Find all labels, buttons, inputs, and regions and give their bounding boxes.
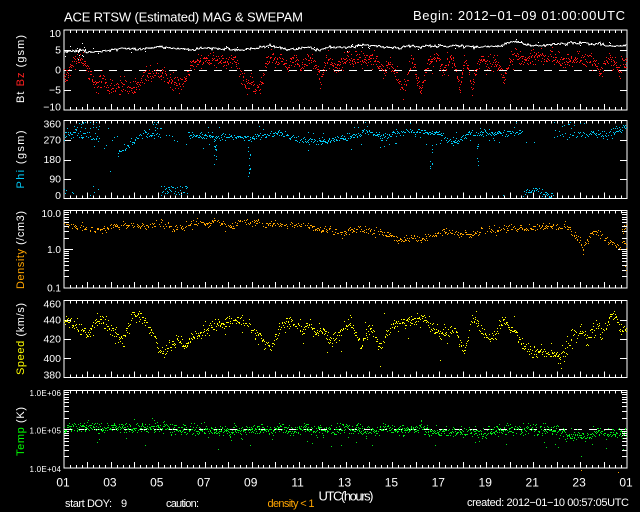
svg-text:23: 23 <box>572 476 586 490</box>
svg-text:Begin: 2012−01−09 01:00:00UTC: Begin: 2012−01−09 01:00:00UTC <box>413 8 625 23</box>
svg-text:Temp (K): Temp (K) <box>15 407 27 456</box>
svg-text:10: 10 <box>49 28 61 40</box>
svg-text:90: 90 <box>49 174 61 186</box>
svg-text:07: 07 <box>197 476 211 490</box>
svg-text:−10: −10 <box>43 102 61 114</box>
svg-text:400: 400 <box>43 353 61 365</box>
svg-text:09: 09 <box>244 476 258 490</box>
svg-text:180: 180 <box>43 154 61 166</box>
svg-text:ACE RTSW (Estimated) MAG & SWE: ACE RTSW (Estimated) MAG & SWEPAM <box>64 10 303 25</box>
svg-text:05: 05 <box>150 476 164 490</box>
svg-text:Bt Bz (gsm): Bt Bz (gsm) <box>15 35 27 103</box>
svg-text:420: 420 <box>43 334 61 346</box>
svg-text:0: 0 <box>55 190 61 202</box>
svg-text:9: 9 <box>121 498 127 510</box>
svg-text:Speed (km/s): Speed (km/s) <box>15 303 27 375</box>
svg-text:11: 11 <box>291 476 304 490</box>
svg-text:caution:: caution: <box>166 498 199 510</box>
svg-text:1.0E+06: 1.0E+06 <box>30 389 62 398</box>
svg-text:density < 1: density < 1 <box>268 498 315 510</box>
svg-text:13: 13 <box>338 476 352 490</box>
svg-text:01: 01 <box>619 476 633 490</box>
svg-text:01: 01 <box>56 476 70 490</box>
svg-text:440: 440 <box>43 314 61 326</box>
svg-text:17: 17 <box>432 476 446 490</box>
svg-text:1.0: 1.0 <box>47 245 61 256</box>
svg-text:15: 15 <box>385 476 399 490</box>
svg-text:460: 460 <box>43 299 61 311</box>
svg-text:UTC(hours): UTC(hours) <box>319 489 374 504</box>
svg-text:−5: −5 <box>49 85 61 97</box>
svg-text:1.0E+05: 1.0E+05 <box>30 427 62 436</box>
svg-text:21: 21 <box>526 476 540 490</box>
svg-text:03: 03 <box>103 476 117 490</box>
svg-text:380: 380 <box>43 370 61 382</box>
svg-text:270: 270 <box>43 135 61 147</box>
svg-text:5: 5 <box>55 45 61 57</box>
svg-text:19: 19 <box>479 476 493 490</box>
svg-text:Density (/cm3): Density (/cm3) <box>15 211 27 289</box>
svg-text:1.0E+04: 1.0E+04 <box>30 465 62 474</box>
svg-text:start DOY:: start DOY: <box>65 498 112 510</box>
svg-text:0.1: 0.1 <box>47 284 61 295</box>
svg-text:0: 0 <box>55 65 61 77</box>
svg-text:360: 360 <box>43 119 61 131</box>
svg-text:10.0: 10.0 <box>42 209 62 220</box>
svg-text:Phi (gsm): Phi (gsm) <box>15 131 27 189</box>
svg-text:created: 2012−01−10 00:57:05UT: created: 2012−01−10 00:57:05UTC <box>467 497 629 509</box>
